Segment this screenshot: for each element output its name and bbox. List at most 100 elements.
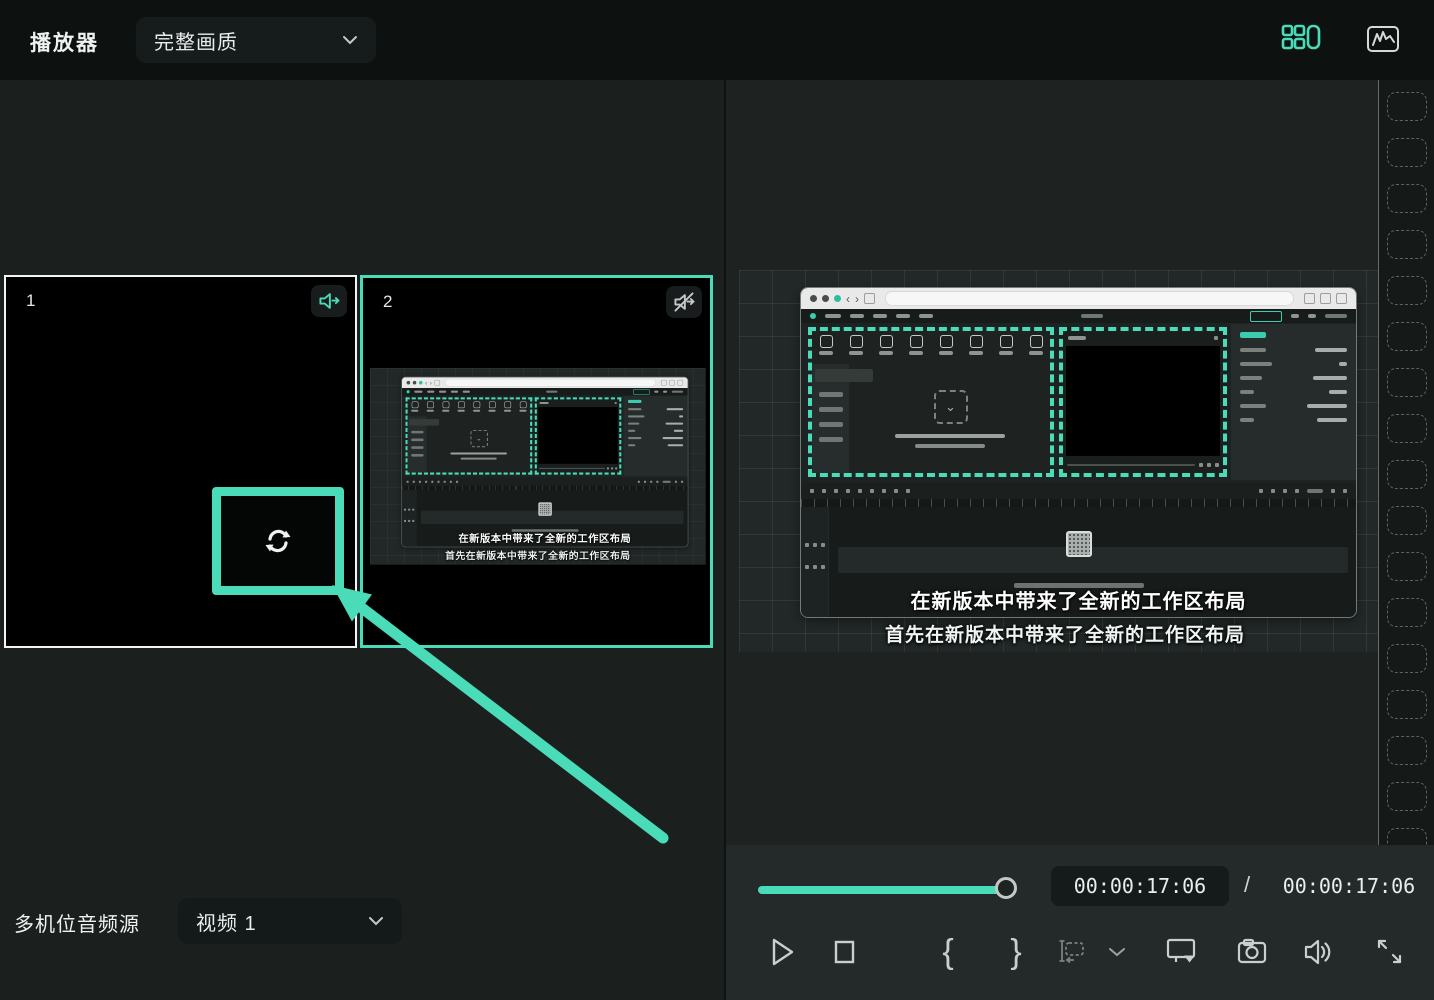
snapshot-button[interactable] [1232,930,1272,974]
media-panel-highlighted: ⌄ [406,397,533,474]
seek-slider-knob[interactable] [995,877,1017,899]
timeline-toolbar [402,478,688,486]
property-row [1240,390,1347,394]
mini-preview-controls [1067,460,1219,470]
window-dot [407,381,411,385]
player-panel-highlighted [1059,327,1227,477]
film-hole [1387,322,1427,351]
editor-menubar [402,388,688,395]
angle-2-video-content: ‹ › [370,368,706,565]
menu-item [873,314,887,318]
editor-menubar [801,309,1356,323]
mini-preview-controls [539,466,617,471]
angle-1-number: 1 [26,291,35,311]
property-row [1240,376,1347,380]
multicam-layout-button[interactable] [1280,18,1322,60]
drop-zone-strip [838,547,1348,573]
import-icon: ⌄ [470,430,488,448]
tool-tab [488,401,495,411]
player-panel-header [537,399,619,406]
tool-tab [473,401,480,411]
import-hint-text [915,444,985,448]
property-row [1240,404,1347,408]
quality-dropdown-value: 完整画质 [154,26,238,55]
stop-button[interactable] [824,930,864,974]
menu-item [825,314,841,318]
multicam-audio-source-dropdown[interactable]: 视频 1 [178,898,402,944]
sidebar-item [411,439,423,442]
menubar-icon [663,391,667,393]
film-hole [1387,506,1427,535]
panel-menu-icon [1214,336,1218,340]
nav-forward-icon: › [430,380,432,386]
chevron-down-icon [1107,946,1127,958]
properties-panel [1231,324,1356,480]
mac-titlebar: ‹ › [801,288,1356,309]
display-output-button[interactable] [1162,930,1202,974]
property-row [1240,348,1347,352]
multicam-player-window: 播放器 完整画质 [0,0,1434,1000]
sync-highlight-box [212,487,344,595]
angle-1-thumbnail[interactable]: 1 [4,275,357,648]
seek-slider[interactable] [758,886,1016,894]
insert-options-dropdown[interactable] [1102,930,1132,974]
player-panel-highlighted [535,397,622,474]
nav-back-icon: ‹ [425,380,427,386]
angle-2-audio-toggle[interactable] [666,286,702,318]
film-hole [1387,138,1427,167]
current-timecode: 00:00:17:06 [1051,866,1229,906]
drop-zone-strip [421,511,684,524]
nav-back-icon: ‹ [846,293,850,305]
menu-item [850,314,864,318]
window-dot [834,295,841,302]
property-row [1240,418,1347,422]
panel-label [539,402,548,404]
quality-dropdown[interactable]: 完整画质 [136,17,376,63]
insert-at-playhead-button[interactable] [1052,930,1092,974]
project-name [546,391,557,393]
browser-icon [661,380,667,386]
address-bar [885,291,1294,306]
transport-bar: 00:00:17:06 / 00:00:17:06 { } [726,845,1434,1000]
media-panel-highlighted: ⌄ [808,327,1054,477]
media-toolbar [408,399,531,413]
fullscreen-button[interactable] [1370,930,1410,974]
upgrade-chip [633,389,649,395]
video-scope-button[interactable] [1362,18,1404,60]
upgrade-chip [1250,311,1282,322]
import-icon: ⌄ [934,390,968,424]
browser-icon [1320,293,1331,304]
browser-icon [669,380,675,386]
speaker-muted-icon [672,290,696,314]
mac-titlebar: ‹ › [402,377,688,388]
program-preview-panel: ‹ › [725,80,1434,1000]
menubar-icon [1308,314,1316,318]
tool-tab [849,335,863,355]
tool-tab [999,335,1013,355]
menu-item [463,391,470,393]
import-hint-text [895,434,1005,438]
drag-media-icon [1066,531,1092,557]
panel-menu-icon [615,402,617,404]
property-row [1240,362,1347,366]
film-hole [1387,460,1427,489]
sidebar-item [411,431,423,434]
mark-out-button[interactable]: } [996,930,1036,974]
play-button[interactable] [762,930,802,974]
timeline-ruler [801,499,1356,507]
volume-button[interactable] [1298,930,1338,974]
import-hint-text [460,458,496,460]
mark-in-button[interactable]: { [928,930,968,974]
film-hole [1387,552,1427,581]
angle-1-audio-toggle[interactable] [311,285,347,317]
properties-tab [1240,332,1266,338]
angle-2-thumbnail-selected[interactable]: 2 ‹ › [360,275,713,648]
media-body: ⌄ [812,364,1050,473]
film-hole [1387,368,1427,397]
window-dot [810,295,817,302]
chevron-down-icon [368,916,384,926]
media-import-area: ⌄ [427,416,531,472]
multicam-angles-panel: 1 [0,80,724,1000]
property-row [628,415,683,417]
menubar-icon [654,391,658,393]
